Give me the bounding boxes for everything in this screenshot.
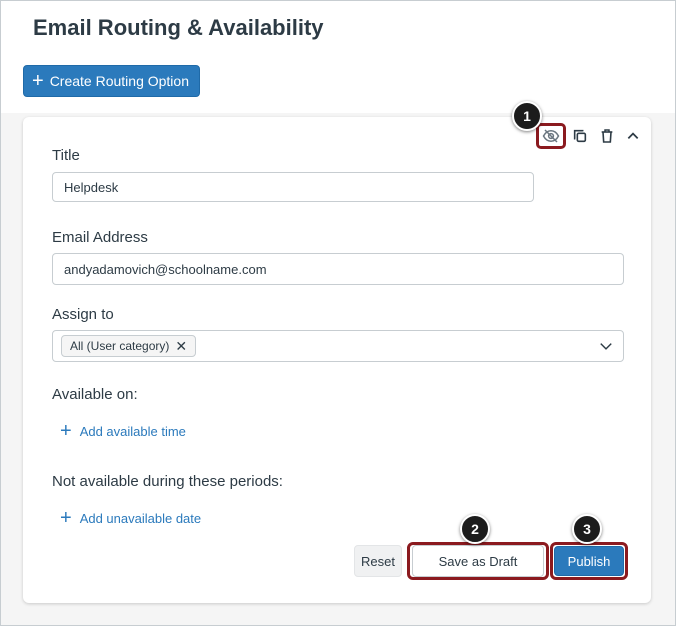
add-available-time-link[interactable]: + Add available time <box>60 421 186 441</box>
assign-tag: All (User category) ✕ <box>61 335 197 357</box>
add-unavailable-date-label: Add unavailable date <box>79 510 202 526</box>
callout-badge-2: 2 <box>460 514 490 544</box>
publish-button[interactable]: Publish <box>554 546 624 576</box>
delete-button[interactable] <box>596 125 618 147</box>
plus-icon: + <box>32 70 44 92</box>
create-routing-option-label: Create Routing Option <box>49 73 189 89</box>
routing-option-card: 1 Title Email Address Assign to All (Use… <box>23 101 651 603</box>
duplicate-button[interactable] <box>569 125 591 147</box>
email-address-input[interactable] <box>52 253 624 285</box>
add-available-time-label: Add available time <box>79 423 186 439</box>
assign-to-select[interactable]: All (User category) ✕ <box>52 330 624 362</box>
page-title: Email Routing & Availability <box>33 15 324 40</box>
chevron-down-icon <box>600 343 612 350</box>
chevron-up-icon <box>627 132 639 139</box>
not-available-label: Not available during these periods: <box>52 473 283 490</box>
assign-tag-label: All (User category) <box>70 339 170 353</box>
trash-icon <box>601 129 613 143</box>
collapse-button[interactable] <box>622 125 644 147</box>
title-input[interactable] <box>52 172 534 202</box>
create-routing-option-button[interactable]: + Create Routing Option <box>23 65 200 97</box>
page-header: Email Routing & Availability + Create Ro… <box>1 1 675 113</box>
save-as-draft-button[interactable]: Save as Draft <box>412 545 544 577</box>
title-label: Title <box>52 147 80 164</box>
eye-off-icon <box>542 129 560 143</box>
hide-button[interactable] <box>540 125 562 147</box>
reset-button[interactable]: Reset <box>354 545 402 577</box>
callout-badge-1: 1 <box>512 101 542 131</box>
remove-tag-icon[interactable]: ✕ <box>175 339 187 353</box>
add-unavailable-date-link[interactable]: + Add unavailable date <box>60 508 201 528</box>
screenshot-frame: Email Routing & Availability + Create Ro… <box>0 0 676 626</box>
callout-badge-3: 3 <box>572 514 602 544</box>
plus-icon: + <box>60 507 72 529</box>
copy-icon <box>573 129 587 143</box>
plus-icon: + <box>60 420 72 442</box>
email-address-label: Email Address <box>52 229 148 246</box>
available-on-label: Available on: <box>52 386 138 403</box>
assign-to-label: Assign to <box>52 306 114 323</box>
